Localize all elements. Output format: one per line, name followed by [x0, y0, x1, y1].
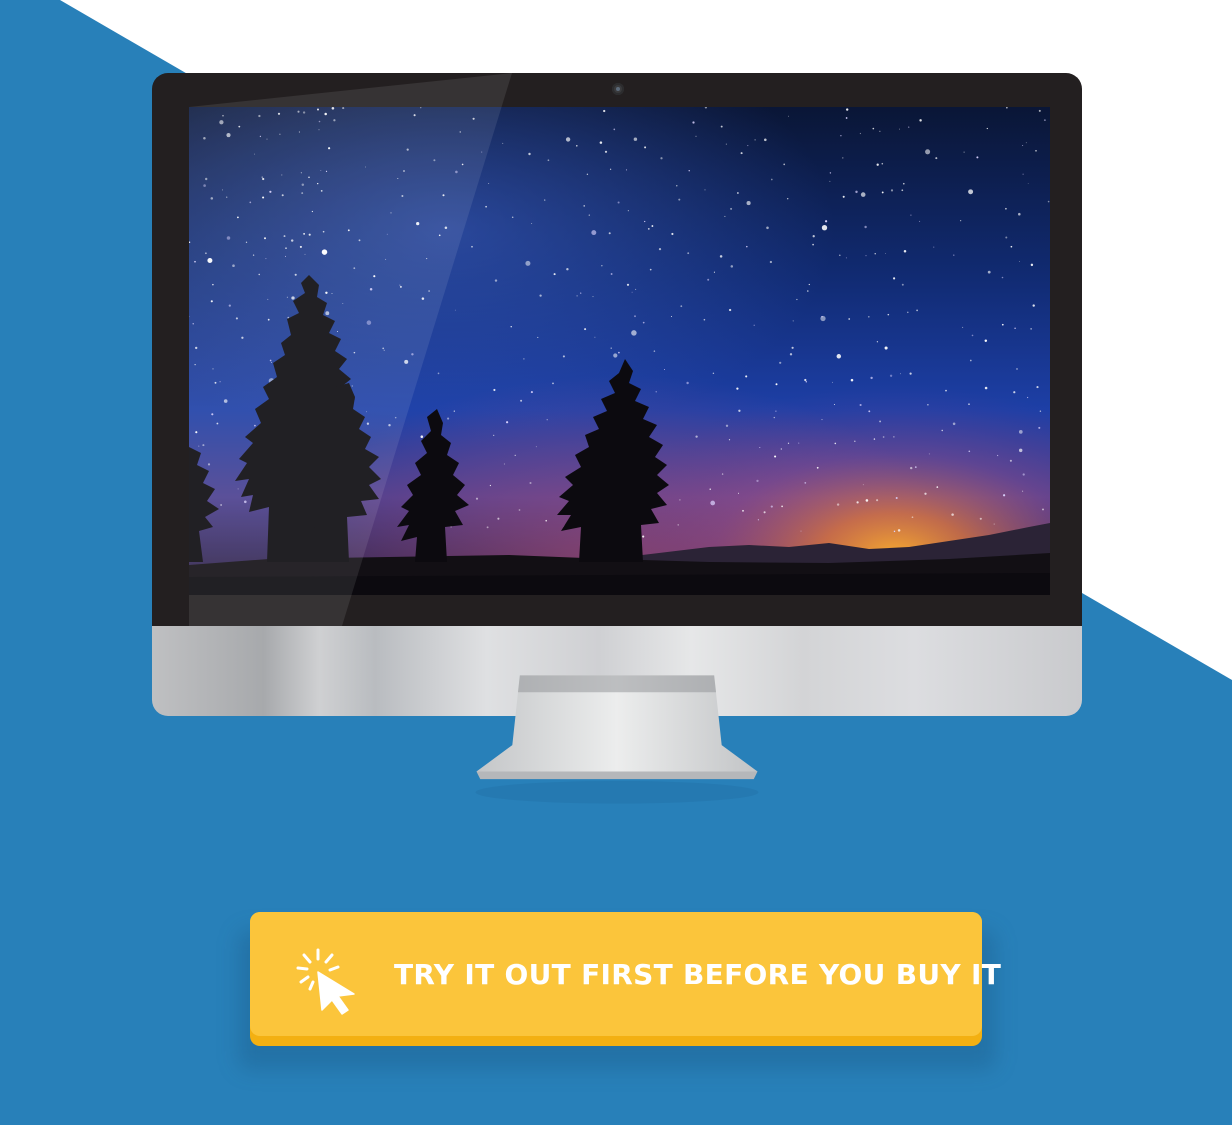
imac-monitor [152, 73, 1082, 716]
monitor-bezel [152, 73, 1082, 626]
cursor-click-icon [296, 948, 355, 1015]
monitor-screen [189, 107, 1050, 595]
starry-night-wallpaper [189, 107, 1050, 595]
webcam-icon [612, 83, 624, 95]
cta-button-label[interactable]: TRY IT OUT FIRST BEFORE YOU BUY IT [394, 958, 1001, 991]
monitor-chin [152, 626, 1082, 716]
